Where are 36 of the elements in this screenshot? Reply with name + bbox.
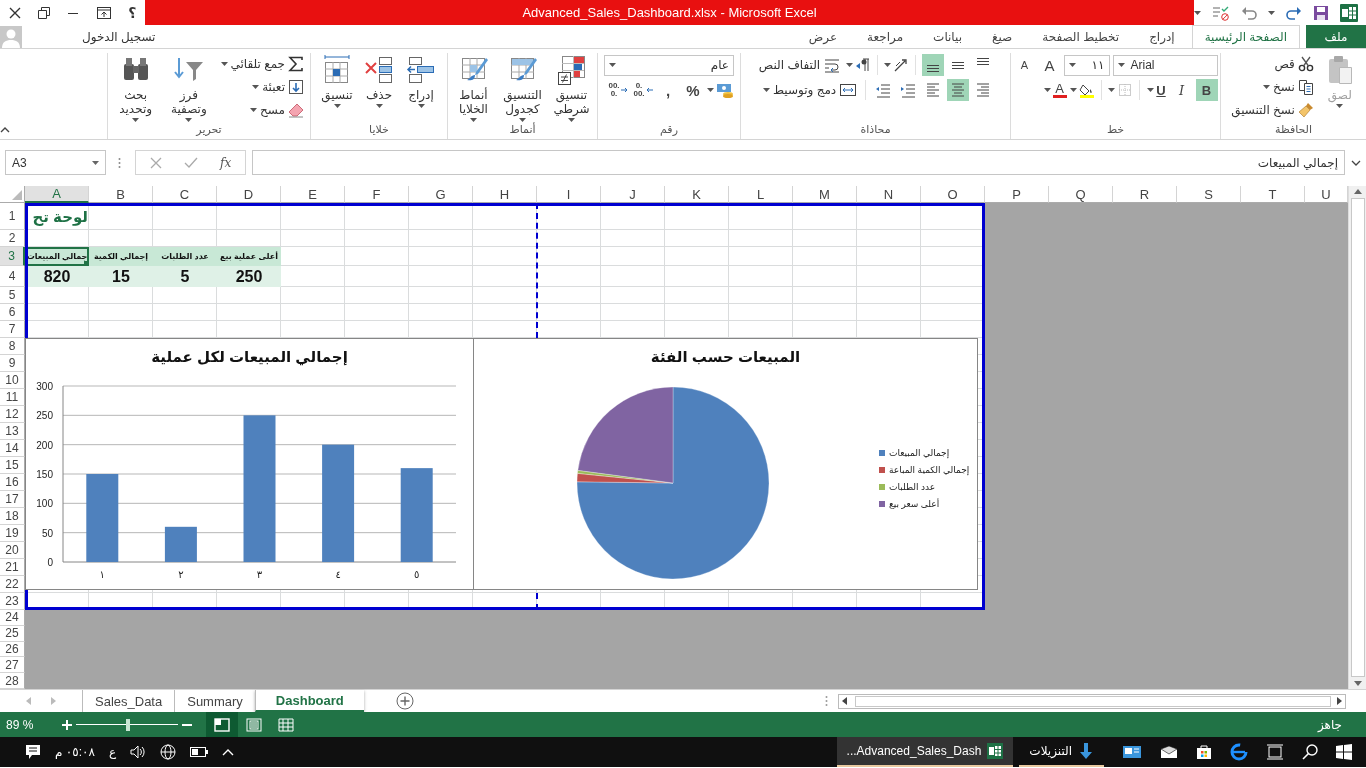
axis-label: 250 [36, 410, 53, 422]
group-label: رقم [660, 123, 678, 138]
legend-label: عدد الطلبات [889, 482, 936, 492]
table-header: جمالي المبيعات [25, 247, 89, 266]
axis-label: 0 [47, 557, 53, 568]
table-cell: 15 [89, 266, 153, 287]
axis-label: ١ [99, 569, 105, 580]
axis-label: 150 [36, 469, 53, 480]
chart-title: إجمالي المبيعات لكل عملية [151, 347, 348, 368]
axis-label: ٣ [256, 569, 263, 580]
axis-label: ٥ [414, 569, 420, 580]
status-text: جاهز [1317, 716, 1343, 734]
group-label: الحافظة [1275, 123, 1313, 137]
table-cell: 250 [217, 266, 281, 287]
legend-label: أعلى سعر بيع [889, 499, 940, 509]
table-cell: 5 [153, 266, 217, 287]
sheet-title: لوحة تح [31, 206, 89, 228]
chart-title: المبيعات حسب الفئة [650, 347, 801, 367]
table-header: أعلى عملية بيع [217, 247, 281, 266]
group-label: خط [1106, 123, 1125, 137]
legend-label: إجمالي المبيعات [889, 448, 950, 458]
axis-label: 300 [36, 381, 53, 392]
axis-label: ٢ [178, 569, 184, 580]
legend-label: إجمالي الكمية المباعة [889, 465, 970, 475]
axis-label: ٤ [335, 569, 341, 580]
table-header: عدد الطلبات [153, 247, 217, 266]
window-title: Advanced_Sales_Dashboard.xlsx - Microsoft Excel [522, 5, 817, 20]
group-label: أنماط [509, 123, 536, 137]
table-cell: 820 [25, 266, 89, 287]
group-label: محاذاة [860, 123, 891, 137]
group-label: خلايا [369, 123, 389, 137]
table-header: إجمالي الكمية [89, 247, 153, 266]
axis-label: 200 [36, 439, 53, 451]
axis-label: 50 [41, 527, 53, 539]
axis-label: 100 [36, 498, 53, 510]
group-label: تحرير [196, 123, 222, 138]
